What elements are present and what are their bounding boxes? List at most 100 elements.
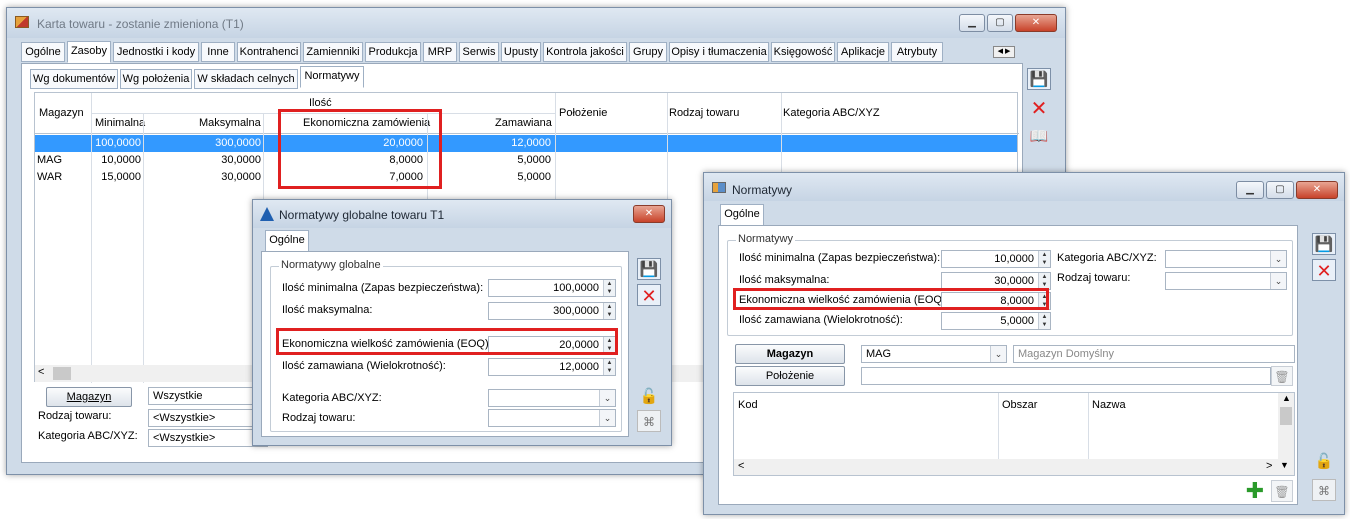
grid-cell-min[interactable]: 15,0000 <box>91 169 141 186</box>
grid-cell-zam[interactable]: 5,0000 <box>429 169 551 186</box>
tab-scroll-arrows[interactable]: ◀ ▶ <box>993 46 1015 58</box>
tab-2[interactable]: Jednostki i kody <box>113 42 199 62</box>
chevron-down-icon[interactable]: ⌄ <box>599 390 615 406</box>
spinner-icon[interactable]: ▲ ▼ <box>603 280 615 296</box>
global-cancel-icon[interactable]: ✕ <box>637 284 661 306</box>
grid-cell-max[interactable]: 300,0000 <box>145 135 261 152</box>
normatywy-maximize-button[interactable]: ▢ <box>1266 181 1294 199</box>
norm-min-input[interactable]: 10,0000 ▲ ▼ <box>941 250 1051 268</box>
tab-13[interactable]: Księgowość <box>771 42 835 62</box>
norm-kategoria-select[interactable]: ⌄ <box>1165 250 1287 268</box>
grid-header-maksymalna[interactable]: Maksymalna <box>199 117 261 129</box>
subtab-1[interactable]: Wg położenia <box>120 69 192 89</box>
spinner-icon[interactable]: ▲ ▼ <box>1038 313 1050 329</box>
magazyn-filter-value[interactable]: Wszystkie <box>148 387 268 405</box>
list-header-kod[interactable]: Kod <box>738 399 758 411</box>
chevron-down-icon[interactable]: ⌄ <box>1270 251 1286 267</box>
normatywy-lock-icon[interactable]: 🔓 <box>1312 451 1336 473</box>
global-dialog-close-button[interactable]: ✕ <box>633 205 665 223</box>
spinner-icon[interactable]: ▲ ▼ <box>603 303 615 319</box>
normatywy-tab-ogolne[interactable]: Ogólne <box>720 204 764 226</box>
subtab-2[interactable]: W składach celnych <box>194 69 298 89</box>
global-pin-icon[interactable]: ⌘ <box>637 410 661 432</box>
scroll-thumb[interactable] <box>53 367 71 380</box>
cancel-icon[interactable]: ✕ <box>1027 98 1051 120</box>
normatywy-dialog-titlebar[interactable]: Normatywy ▁ ▢ ✕ <box>704 173 1344 201</box>
kategoria-filter-value[interactable]: <Wszystkie> <box>148 429 268 447</box>
grid-header-polozenie[interactable]: Położenie <box>559 107 607 119</box>
spinner-icon[interactable]: ▲ ▼ <box>1038 273 1050 289</box>
close-button[interactable]: ✕ <box>1015 14 1057 32</box>
subtab-3[interactable]: Normatywy <box>300 66 364 88</box>
magazyn-button[interactable]: Magazyn <box>735 344 845 364</box>
global-lock-icon[interactable]: 🔓 <box>637 386 661 408</box>
norm-rodzaj-select[interactable]: ⌄ <box>1165 272 1287 290</box>
grid-cell-magazyn[interactable]: WAR <box>37 169 89 186</box>
tab-7[interactable]: MRP <box>423 42 457 62</box>
tab-4[interactable]: Kontrahenci <box>237 42 301 62</box>
grid-header-magazyn[interactable]: Magazyn <box>39 107 84 119</box>
grid-cell-min[interactable]: 100,0000 <box>91 135 141 152</box>
normatywy-cancel-icon[interactable]: ✕ <box>1312 259 1336 281</box>
grid-cell-max[interactable]: 30,0000 <box>145 169 261 186</box>
list-vertical-scrollbar[interactable]: ▲ <box>1278 393 1294 459</box>
magazyn-select[interactable]: MAG ⌄ <box>861 345 1007 363</box>
polozenie-field[interactable] <box>861 367 1271 385</box>
global-dialog-tab-ogolne[interactable]: Ogólne <box>265 230 309 252</box>
list-horizontal-scrollbar[interactable]: < > ▼ <box>734 459 1294 475</box>
add-icon[interactable]: ✚ <box>1243 480 1267 502</box>
main-titlebar[interactable]: Karta towaru - zostanie zmieniona (T1) ▁… <box>7 8 1065 38</box>
subtab-0[interactable]: Wg dokumentów <box>30 69 118 89</box>
magazyn-filter-button[interactable]: Magazyn <box>46 387 132 407</box>
tab-10[interactable]: Kontrola jakości <box>543 42 627 62</box>
grid-header-kategoria[interactable]: Kategoria ABC/XYZ <box>783 107 880 119</box>
scroll-left-arrow[interactable]: < <box>38 366 44 378</box>
global-dialog-titlebar[interactable]: Normatywy globalne towaru T1 ✕ <box>253 200 671 228</box>
book-icon[interactable]: 📖 <box>1027 126 1051 148</box>
tab-14[interactable]: Aplikacje <box>837 42 889 62</box>
save-icon[interactable]: 💾 <box>1027 68 1051 90</box>
normatywy-close-button[interactable]: ✕ <box>1296 181 1338 199</box>
global-max-input[interactable]: 300,0000 ▲ ▼ <box>488 302 616 320</box>
normatywy-save-icon[interactable]: 💾 <box>1312 233 1336 255</box>
grid-header-zamawiana[interactable]: Zamawiana <box>495 117 552 129</box>
grid-cell-magazyn[interactable] <box>37 135 89 152</box>
tab-6[interactable]: Produkcja <box>365 42 421 62</box>
tab-3[interactable]: Inne <box>201 42 235 62</box>
chevron-down-icon[interactable]: ⌄ <box>990 346 1006 362</box>
global-save-icon[interactable]: 💾 <box>637 258 661 280</box>
global-rodzaj-select[interactable]: ⌄ <box>488 409 616 427</box>
global-kategoria-select[interactable]: ⌄ <box>488 389 616 407</box>
rodzaj-filter-value[interactable]: <Wszystkie> <box>148 409 268 427</box>
grid-header-rodzaj[interactable]: Rodzaj towaru <box>669 107 739 119</box>
global-zam-input[interactable]: 12,0000 ▲ ▼ <box>488 358 616 376</box>
polozenie-button[interactable]: Położenie <box>735 366 845 386</box>
tab-11[interactable]: Grupy <box>629 42 667 62</box>
list-scroll-thumb[interactable] <box>1280 407 1292 425</box>
grid-cell-min[interactable]: 10,0000 <box>91 152 141 169</box>
list-header-nazwa[interactable]: Nazwa <box>1092 399 1126 411</box>
normatywy-minimize-button[interactable]: ▁ <box>1236 181 1264 199</box>
tab-1[interactable]: Zasoby <box>67 41 111 63</box>
list-header-obszar[interactable]: Obszar <box>1002 399 1037 411</box>
tab-9[interactable]: Upusty <box>501 42 541 62</box>
tab-5[interactable]: Zamienniki <box>303 42 363 62</box>
global-min-input[interactable]: 100,0000 ▲ ▼ <box>488 279 616 297</box>
tab-12[interactable]: Opisy i tłumaczenia <box>669 42 769 62</box>
norm-zam-input[interactable]: 5,0000 ▲ ▼ <box>941 312 1051 330</box>
normatywy-pin-icon[interactable]: ⌘ <box>1312 479 1336 501</box>
chevron-down-icon[interactable]: ⌄ <box>599 410 615 426</box>
spinner-icon[interactable]: ▲ ▼ <box>603 359 615 375</box>
grid-cell-magazyn[interactable]: MAG <box>37 152 89 169</box>
maximize-button[interactable]: ▢ <box>987 14 1013 32</box>
chevron-down-icon[interactable]: ⌄ <box>1270 273 1286 289</box>
spinner-icon[interactable]: ▲ ▼ <box>1038 251 1050 267</box>
minimize-button[interactable]: ▁ <box>959 14 985 32</box>
grid-cell-zam[interactable]: 12,0000 <box>429 135 551 152</box>
grid-cell-zam[interactable]: 5,0000 <box>429 152 551 169</box>
tab-15[interactable]: Atrybuty <box>891 42 943 62</box>
tab-0[interactable]: Ogólne <box>21 42 65 62</box>
tab-8[interactable]: Serwis <box>459 42 499 62</box>
grid-header-minimalna[interactable]: Minimalna <box>95 117 145 129</box>
grid-cell-max[interactable]: 30,0000 <box>145 152 261 169</box>
